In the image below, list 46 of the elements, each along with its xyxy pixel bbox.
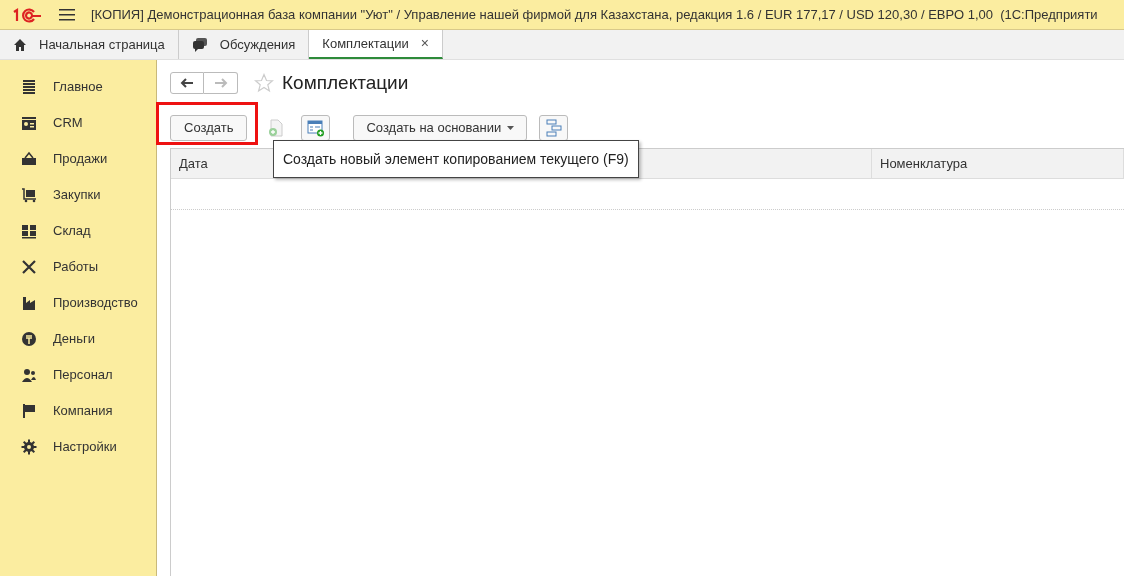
contact-card-icon [21, 115, 37, 131]
caret-icon [507, 126, 515, 130]
tab[interactable]: Комплектации × [309, 30, 443, 59]
column-header[interactable]: Номенклатура [880, 153, 968, 174]
list-icon [21, 79, 37, 95]
flag-icon [21, 403, 37, 419]
star-icon[interactable] [254, 73, 274, 93]
sidebar-item[interactable]: Склад [0, 213, 156, 249]
logo-icon [12, 6, 42, 23]
sidebar-item[interactable]: Компания [0, 393, 156, 429]
create-button[interactable]: Создать [170, 115, 248, 141]
cart-icon [21, 187, 37, 203]
coin-icon [21, 331, 37, 347]
people-icon [21, 367, 37, 383]
tools-icon [21, 259, 37, 275]
sidebar-item[interactable]: CRM [0, 105, 156, 141]
create-based-button[interactable]: Создать на основании [353, 115, 528, 141]
sidebar-item[interactable]: Персонал [0, 357, 156, 393]
hierarchy-icon [545, 119, 562, 137]
close-icon[interactable]: × [420, 33, 429, 54]
sidebar-item[interactable]: Работы [0, 249, 156, 285]
arrow-right-icon [213, 78, 228, 88]
sidebar-item[interactable]: Главное [0, 69, 156, 105]
structure-button[interactable] [539, 115, 569, 141]
gear-icon [21, 439, 37, 455]
add-element-button[interactable] [301, 115, 331, 141]
column-header[interactable]: Дата [179, 153, 208, 174]
sidebar-item[interactable]: Закупки [0, 177, 156, 213]
window-title: [КОПИЯ] Демонстрационная база компании "Уют" / Управление нашей фирмой для Казахстана, редакция 1.6 / EUR 177,17 / USD 120,30 / ЕВРО 1,00 (1С:Предприяти [91, 5, 1098, 24]
sidebar-item[interactable]: Деньги [0, 321, 156, 357]
arrow-left-icon [180, 78, 194, 88]
tab[interactable]: Начальная страница [0, 30, 179, 59]
sidebar-item[interactable]: Продажи [0, 141, 156, 177]
factory-icon [21, 295, 37, 311]
sidebar-item[interactable]: Настройки [0, 429, 156, 465]
basket-icon [21, 151, 37, 167]
page-title: Комплектации [282, 70, 409, 95]
chat-icon [191, 36, 208, 53]
grid-icon [21, 223, 37, 239]
add-form-icon [306, 119, 325, 137]
copy-document-icon [268, 119, 285, 137]
home-icon [13, 37, 27, 52]
back-button[interactable] [170, 72, 204, 94]
menu-icon[interactable] [59, 7, 75, 22]
tooltip-text: Создать новый элемент копированием текущего (F9) [283, 151, 629, 167]
sidebar-item[interactable]: Производство [0, 285, 156, 321]
